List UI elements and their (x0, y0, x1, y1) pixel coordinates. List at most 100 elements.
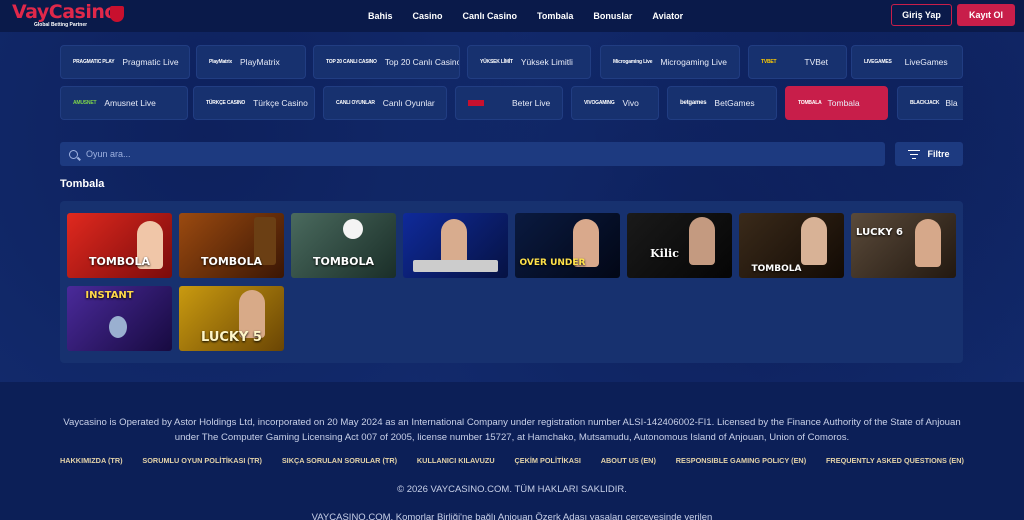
provider-logo-icon: AMUSNET (73, 100, 97, 106)
game-tile-tombola-live[interactable]: TOMBOLA (67, 213, 172, 278)
game-tile-kilic[interactable]: Kilic (627, 213, 732, 278)
dealer-image (801, 217, 827, 265)
lottery-ball-image (343, 219, 363, 239)
provider-logo-icon: PRAGMATIC PLAY (73, 59, 115, 65)
provider-turkce-casino[interactable]: TÜRKÇE CASINO Türkçe Casino (193, 86, 315, 120)
provider-tvbet[interactable]: TVBET TVBet (748, 45, 847, 79)
nav-canli-casino[interactable]: Canlı Casino (463, 11, 518, 21)
game-title: OVER UNDER (519, 258, 586, 268)
provider-label: Beter Live (512, 98, 551, 108)
register-button[interactable]: Kayıt Ol (957, 4, 1015, 26)
provider-label: Bla (945, 98, 958, 108)
site-logo[interactable]: VayCasino Global Betting Partner (12, 1, 124, 30)
footer-link-about-tr[interactable]: HAKKIMIZDA (TR) (60, 456, 123, 465)
filter-label: Filtre (927, 149, 950, 159)
provider-label: LiveGames (904, 57, 948, 67)
provider-logo-icon: LIVEGAMES (864, 59, 892, 65)
provider-logo-icon: TOP 20 CANLI CASINO (326, 59, 377, 65)
provider-label: Tombala (827, 98, 860, 108)
provider-label: PlayMatrix (240, 57, 280, 67)
provider-top20[interactable]: TOP 20 CANLI CASINO Top 20 Canlı Casino (313, 45, 460, 79)
provider-logo-icon: Microgaming Live (613, 59, 653, 65)
provider-blackjack[interactable]: BLACKJACK Bla (897, 86, 963, 120)
provider-logo-icon: PlayMatrix (209, 59, 233, 65)
provider-logo-icon: betgames (680, 100, 707, 106)
login-button[interactable]: Giriş Yap (891, 4, 952, 26)
game-tile-tombola-lucky-box[interactable]: TOMBOLA (179, 213, 284, 278)
footer-link-responsible-tr[interactable]: SORUMLU OYUN POLİTİKASI (TR) (142, 456, 262, 465)
filter-icon (908, 149, 921, 159)
provider-label: Microgaming Live (660, 57, 727, 67)
provider-betgames[interactable]: betgames BetGames (667, 86, 777, 120)
footer-subtext: VAYCASINO.COM, Komorlar Birliği'ne bağlı… (311, 512, 713, 520)
provider-label: Yüksek Limitli (520, 57, 573, 67)
copyright: © 2026 VAYCASINO.COM. TÜM HAKLARI SAKLID… (397, 484, 627, 495)
logo-text-casino: Casino (48, 1, 118, 23)
section-title: Tombala (60, 178, 105, 190)
footer-link-responsible-en[interactable]: RESPONSIBLE GAMING POLICY (EN) (676, 456, 806, 465)
game-title: TOMBOLA (200, 255, 263, 268)
provider-logo-icon: VIVOGAMING (584, 100, 615, 106)
site-footer: Vaycasino is Operated by Astor Holdings … (0, 382, 1024, 520)
game-tile-instant-lucky-7[interactable]: INSTANT (67, 286, 172, 351)
nav-aviator[interactable]: Aviator (652, 11, 683, 21)
provider-beter-live[interactable]: Beter Live (455, 86, 563, 120)
game-title: LUCKY 6 (856, 227, 903, 238)
provider-label: Pragmatic Live (122, 57, 179, 67)
filter-button[interactable]: Filtre (895, 142, 963, 166)
game-title: TOMBOLA (312, 255, 375, 268)
provider-livegames[interactable]: LIVEGAMES LiveGames (851, 45, 963, 79)
nav-tombala[interactable]: Tombala (537, 11, 573, 21)
footer-link-user-guide[interactable]: KULLANICI KILAVUZU (417, 456, 495, 465)
provider-vivo[interactable]: VIVOGAMING Vivo (571, 86, 659, 120)
game-title: Kilic (650, 247, 679, 260)
game-tile-over-under[interactable]: OVER UNDER (515, 213, 620, 278)
top-header: VayCasino Global Betting Partner Bahis C… (0, 0, 1024, 32)
game-title: INSTANT (85, 290, 134, 301)
provider-logo-icon: YÜKSEK LİMİT (480, 59, 513, 65)
provider-yuksek-limitli[interactable]: YÜKSEK LİMİT Yüksek Limitli (467, 45, 591, 79)
game-tile-lucky-6[interactable]: LUCKY 6 (851, 213, 956, 278)
footer-links: HAKKIMIZDA (TR) SORUMLU OYUN POLİTİKASI … (60, 456, 964, 465)
search-icon (69, 149, 78, 159)
game-tile-live-dealer[interactable] (403, 213, 508, 278)
game-tile-tombola-auto[interactable]: TOMBOLA (291, 213, 396, 278)
game-tile-tombola-vip[interactable]: TOMBOLA (739, 213, 844, 278)
footer-link-about-en[interactable]: ABOUT US (EN) (601, 456, 656, 465)
provider-playmatrix[interactable]: PlayMatrix PlayMatrix (196, 45, 306, 79)
footer-link-withdrawal[interactable]: ÇEKİM POLİTİKASI (514, 456, 580, 465)
logo-text-vay: Vay (12, 1, 49, 23)
provider-amusnet[interactable]: AMUSNET Amusnet Live (60, 86, 188, 120)
nav-bonuslar[interactable]: Bonuslar (593, 11, 632, 21)
provider-label: BetGames (714, 98, 755, 108)
footer-link-faq-tr[interactable]: SIKÇA SORULAN SORULAR (TR) (282, 456, 397, 465)
ball-tray-image (413, 260, 498, 272)
provider-canli-oyunlar[interactable]: CANLI OYUNLAR Canlı Oyunlar (323, 86, 447, 120)
nav-bahis[interactable]: Bahis (368, 11, 393, 21)
game-search[interactable] (60, 142, 885, 166)
provider-label: Vivo (622, 98, 639, 108)
provider-logo-icon: TVBET (761, 59, 777, 65)
provider-logo-icon: CANLI OYUNLAR (336, 100, 375, 106)
provider-logo-icon: TOMBALA (798, 100, 822, 106)
provider-microgaming[interactable]: Microgaming Live Microgaming Live (600, 45, 740, 79)
beter-logo-icon (468, 100, 484, 106)
main-nav: Bahis Casino Canlı Casino Tombala Bonusl… (368, 0, 703, 32)
provider-logo-icon: TÜRKÇE CASINO (206, 100, 246, 106)
provider-label: Türkçe Casino (253, 98, 308, 108)
provider-label: TVBet (804, 57, 829, 67)
provider-label: Top 20 Canlı Casino (384, 57, 460, 67)
provider-pragmatic-live[interactable]: PRAGMATIC PLAY Pragmatic Live (60, 45, 190, 79)
game-title: LUCKY 5 (201, 330, 262, 345)
nav-casino[interactable]: Casino (413, 11, 443, 21)
provider-label: Amusnet Live (104, 98, 156, 108)
provider-tombala[interactable]: TOMBALA Tombala (785, 86, 888, 120)
crystal-ball-image (109, 316, 127, 338)
club-crest-icon (110, 6, 124, 22)
provider-logo-icon: BLACKJACK (910, 100, 940, 106)
license-description: Vaycasino is Operated by Astor Holdings … (63, 417, 961, 443)
footer-link-faq-en[interactable]: FREQUENTLY ASKED QUESTIONS (EN) (826, 456, 964, 465)
game-tile-lucky-5[interactable]: LUCKY 5 (179, 286, 284, 351)
provider-label: Canlı Oyunlar (382, 98, 435, 108)
search-input[interactable] (86, 149, 846, 159)
